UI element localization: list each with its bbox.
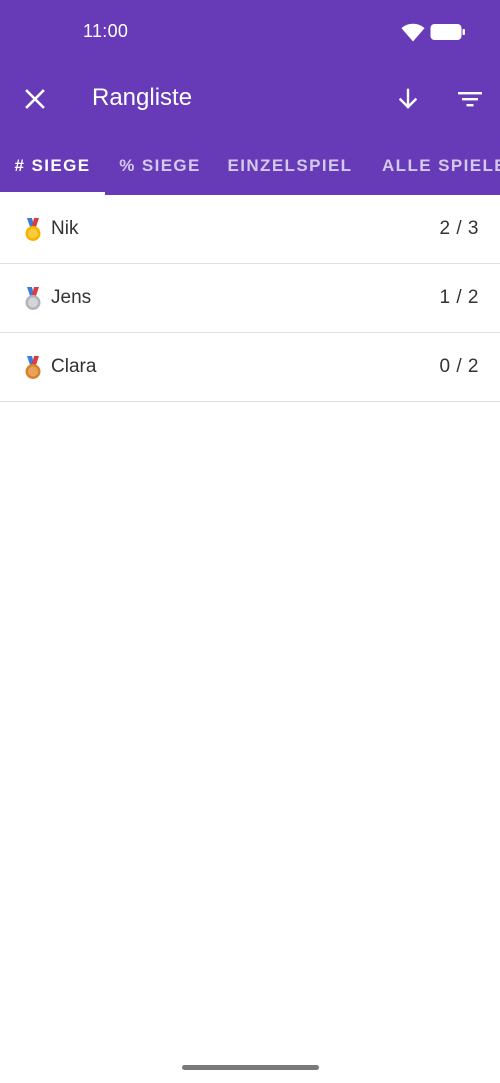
tab-label: EINZELSPIEL [227,155,353,175]
ranking-row[interactable]: Nik 2 / 3 [0,195,500,264]
player-score: 2 / 3 [439,218,479,239]
filter-button[interactable] [446,75,494,123]
battery-icon [430,24,465,40]
player-score: 0 / 2 [439,356,479,377]
page-title: Rangliste [92,84,193,111]
ranking-list: Nik 2 / 3 Jens 1 / 2 Clara 0 / 2 [0,195,500,402]
ranking-row[interactable]: Jens 1 / 2 [0,264,500,333]
player-name: Jens [51,287,92,308]
gold-medal-icon [25,218,41,241]
filter-icon [458,92,482,107]
ranking-row[interactable]: Clara 0 / 2 [0,333,500,402]
tab-label: ALLE SPIELE [382,155,500,175]
status-bar: 11:00 [0,0,500,64]
tab-label: # SIEGE [14,155,91,175]
close-icon [25,89,45,109]
tab-siege-percent[interactable]: % SIEGE [105,136,215,195]
tab-einzelspiel[interactable]: EINZELSPIEL [215,136,365,195]
player-name: Clara [51,356,97,377]
player-name: Nik [51,218,79,239]
tab-siege-count[interactable]: # SIEGE [0,136,105,195]
app-bar: 11:00 Rangliste # SIEGE % SIEGE EINZELSP… [0,0,500,195]
tab-bar: # SIEGE % SIEGE EINZELSPIEL ALLE SPIELE [0,136,500,195]
toolbar: Rangliste [0,64,500,136]
status-time: 11:00 [83,21,129,41]
bronze-medal-icon [25,356,41,379]
gesture-nav-handle[interactable] [182,1065,319,1070]
player-score: 1 / 2 [439,287,479,308]
arrow-down-icon [398,88,418,109]
wifi-icon [401,23,425,42]
tab-label: % SIEGE [119,155,201,175]
sort-button[interactable] [384,75,432,123]
close-button[interactable] [11,75,59,123]
silver-medal-icon [25,287,41,310]
tab-alle-spiele[interactable]: ALLE SPIELE [365,136,500,195]
